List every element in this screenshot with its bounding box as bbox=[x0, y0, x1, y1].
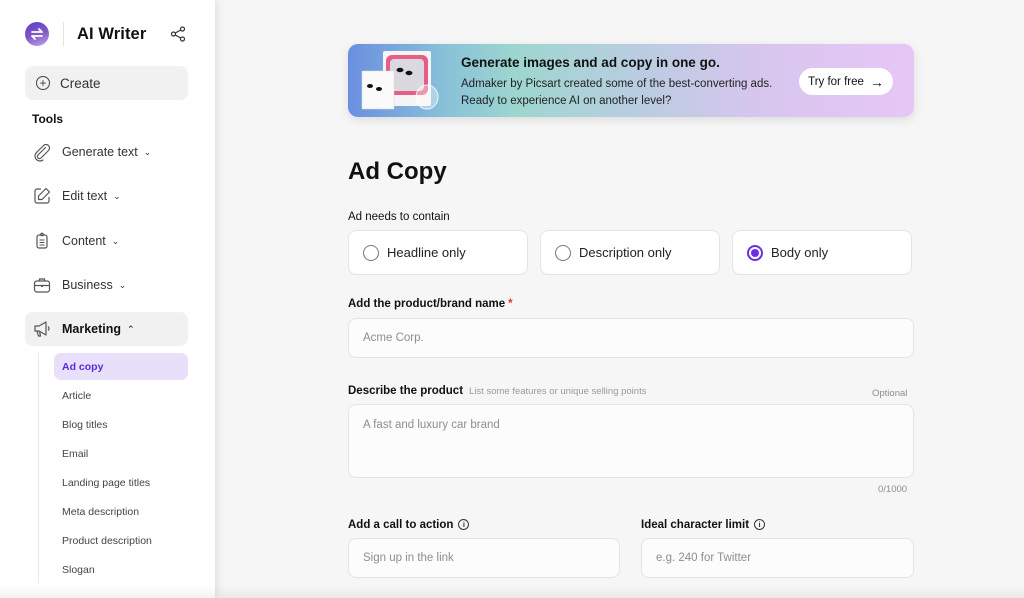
sidebar-subitem-product-description[interactable]: Product description bbox=[54, 527, 188, 554]
describe-product-textarea[interactable]: A fast and luxury car brand bbox=[348, 404, 914, 478]
tools-heading: Tools bbox=[32, 112, 64, 126]
create-label: Create bbox=[60, 75, 101, 91]
plus-circle-icon: + bbox=[36, 76, 50, 90]
banner-text: Admaker by Picsart created some of the b… bbox=[461, 78, 773, 107]
sidebar-item-marketing[interactable]: Marketing ⌃ bbox=[25, 312, 188, 346]
optional-label: Optional bbox=[872, 388, 908, 399]
sidebar-subitem-article[interactable]: Article bbox=[54, 382, 188, 409]
nav-label: Marketing bbox=[62, 322, 122, 336]
arrow-right-icon: → bbox=[869, 73, 884, 90]
radio-headline-only[interactable]: Headline only bbox=[348, 230, 528, 275]
chevron-up-icon: ⌃ bbox=[127, 323, 135, 334]
try-for-free-button[interactable]: Try for free → bbox=[799, 68, 893, 95]
edit-icon bbox=[32, 186, 52, 206]
chevron-down-icon: ⌄ bbox=[113, 190, 121, 201]
describe-product-label-text: Describe the product bbox=[348, 385, 464, 397]
sidebar-subitem-email[interactable]: Email bbox=[54, 440, 188, 467]
radio-button-icon bbox=[363, 244, 379, 261]
sidebar-item-generate-text[interactable]: Generate text ⌄ bbox=[25, 135, 188, 169]
submenu-guide-line bbox=[38, 353, 39, 583]
radio-description-only[interactable]: Description only bbox=[540, 230, 720, 275]
char-limit-label: Ideal character limit i bbox=[641, 519, 766, 531]
banner-title: Generate images and ad copy in one go. bbox=[461, 55, 720, 70]
describe-product-hint: List some features or unique selling poi… bbox=[469, 386, 647, 397]
call-to-action-input[interactable]: Sign up in the link bbox=[348, 538, 620, 578]
brand: AI Writer bbox=[25, 22, 146, 46]
paperclip-icon bbox=[32, 142, 52, 162]
chevron-down-icon: ⌄ bbox=[111, 235, 120, 246]
main-content: Generate images and ad copy in one go. A… bbox=[215, 0, 1024, 598]
page-title: Ad Copy bbox=[348, 158, 447, 185]
nav-label: Business bbox=[62, 278, 113, 292]
banner-illustration bbox=[361, 50, 441, 112]
call-to-action-label-text: Add a call to action bbox=[348, 519, 454, 531]
sidebar-subitem-ad-copy[interactable]: Ad copy bbox=[54, 353, 188, 380]
sidebar-subitem-slogan[interactable]: Slogan bbox=[54, 556, 188, 583]
char-limit-placeholder: e.g. 240 for Twitter bbox=[656, 552, 752, 564]
info-icon[interactable]: i bbox=[754, 519, 766, 531]
sidebar-subitem-blog-titles[interactable]: Blog titles bbox=[54, 411, 188, 438]
radio-body-only[interactable]: Body only bbox=[732, 230, 912, 275]
brand-name-label: Add the product/brand name * bbox=[348, 298, 513, 310]
describe-product-label: Describe the product List some features o… bbox=[348, 385, 646, 397]
sidebar-item-edit-text[interactable]: Edit text ⌄ bbox=[25, 179, 188, 213]
char-counter: 0/1000 bbox=[878, 484, 908, 495]
radio-button-checked-icon bbox=[747, 244, 763, 261]
required-mark: * bbox=[508, 298, 513, 310]
radio-button-icon bbox=[555, 244, 571, 261]
radio-label: Description only bbox=[579, 245, 672, 260]
clipboard-icon bbox=[32, 231, 52, 251]
nav-label: Generate text bbox=[62, 145, 138, 159]
try-for-free-label: Try for free bbox=[808, 75, 864, 88]
radio-label: Headline only bbox=[387, 245, 466, 260]
nav-label: Edit text bbox=[62, 189, 108, 203]
brand-name-placeholder: Acme Corp. bbox=[363, 332, 424, 344]
brand-name-label-text: Add the product/brand name bbox=[348, 298, 506, 310]
sidebar-item-business[interactable]: Business ⌄ bbox=[25, 268, 188, 302]
char-limit-input[interactable]: e.g. 240 for Twitter bbox=[641, 538, 914, 578]
sidebar: AI Writer + Create Tools Generate text ⌄… bbox=[0, 0, 215, 598]
share-icon[interactable] bbox=[170, 26, 186, 42]
sidebar-subitem-landing-page-titles[interactable]: Landing page titles bbox=[54, 469, 188, 496]
app-logo-icon[interactable] bbox=[25, 22, 49, 46]
brand-name-input[interactable]: Acme Corp. bbox=[348, 318, 914, 358]
chevron-down-icon: ⌄ bbox=[143, 146, 152, 157]
app-title: AI Writer bbox=[77, 24, 147, 43]
megaphone-icon bbox=[32, 319, 52, 339]
info-icon[interactable]: i bbox=[458, 519, 470, 531]
ad-contain-label: Ad needs to contain bbox=[348, 211, 450, 223]
call-to-action-placeholder: Sign up in the link bbox=[363, 552, 454, 564]
char-limit-label-text: Ideal character limit bbox=[641, 519, 750, 531]
promo-banner[interactable]: Generate images and ad copy in one go. A… bbox=[348, 44, 914, 117]
sidebar-item-content[interactable]: Content ⌄ bbox=[25, 224, 188, 258]
radio-label: Body only bbox=[771, 245, 829, 260]
create-button[interactable]: + Create bbox=[25, 66, 188, 100]
briefcase-icon bbox=[32, 275, 52, 295]
describe-product-placeholder: A fast and luxury car brand bbox=[363, 419, 500, 431]
call-to-action-label: Add a call to action i bbox=[348, 519, 470, 531]
brand-divider bbox=[63, 22, 64, 46]
nav-label: Content bbox=[62, 234, 106, 248]
sidebar-subitem-meta-description[interactable]: Meta description bbox=[54, 498, 188, 525]
chevron-down-icon: ⌄ bbox=[118, 279, 127, 290]
